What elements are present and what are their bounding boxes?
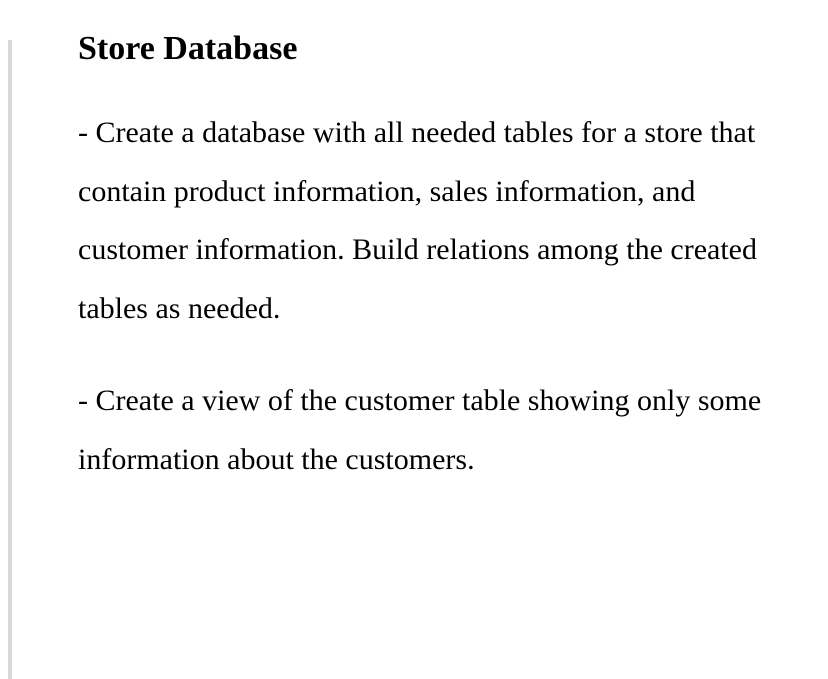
- vertical-rule: [8, 40, 12, 679]
- paragraph-1: - Create a database with all needed tabl…: [78, 104, 768, 338]
- document-content: Store Database - Create a database with …: [60, 30, 768, 489]
- paragraph-2: - Create a view of the customer table sh…: [78, 372, 768, 489]
- document-heading: Store Database: [78, 30, 768, 68]
